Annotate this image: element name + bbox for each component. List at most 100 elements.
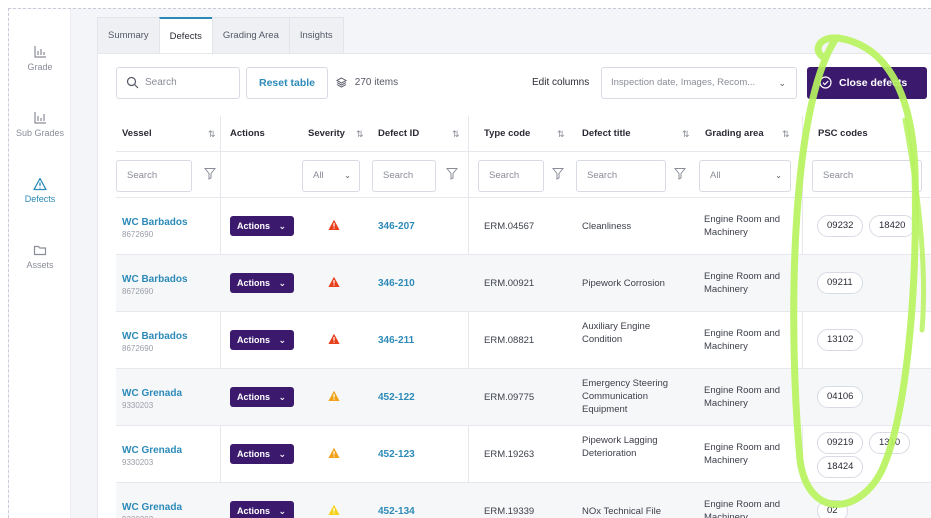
vessel-number: 9330203 xyxy=(122,458,154,467)
vessel-filter-input[interactable]: Search xyxy=(116,160,192,192)
edit-columns-select[interactable]: Inspection date, Images, Recom... ⌄ xyxy=(601,67,797,99)
psc-codes-filter-input[interactable]: Search xyxy=(812,160,922,192)
vessel-link[interactable]: WC Barbados xyxy=(122,216,214,229)
severity-high-icon xyxy=(328,219,340,230)
type-code: ERM.08821 xyxy=(484,335,535,346)
column-header-severity[interactable]: Severity xyxy=(302,116,345,152)
psc-code-chip[interactable]: 09232 xyxy=(817,215,864,237)
sidebar-item-assets[interactable]: Assets xyxy=(9,243,71,270)
psc-code-chip[interactable]: 02 xyxy=(817,500,848,518)
defect-title: Pipework Lagging Deterioration xyxy=(582,435,658,459)
defect-title: NOx Technical File xyxy=(582,506,662,517)
sidebar-item-sub-grades[interactable]: Sub Grades xyxy=(9,111,71,138)
reset-table-button[interactable]: Reset table xyxy=(246,67,328,99)
sort-icon[interactable]: ⇅ xyxy=(682,116,690,152)
sort-icon[interactable]: ⇅ xyxy=(557,116,565,152)
sort-icon[interactable]: ⇅ xyxy=(356,116,364,152)
table-row[interactable]: WC Grenada 9330203 Actions ⌄ 452-123 ERM.1926… xyxy=(116,426,931,483)
sidebar-item-grade[interactable]: Grade xyxy=(9,45,71,72)
grading-area: Engine Room and Machinery xyxy=(704,385,781,409)
actions-button[interactable]: Actions ⌄ xyxy=(230,444,294,464)
vessel-link[interactable]: WC Grenada xyxy=(122,387,214,400)
defect-id-link[interactable]: 452-134 xyxy=(378,505,415,518)
table-row[interactable]: WC Grenada 9330203 Actions ⌄ 452-122 ERM.0977… xyxy=(116,369,931,426)
vessel-number: 8672690 xyxy=(122,230,154,239)
defect-title-filter-input[interactable]: Search xyxy=(576,160,666,192)
sort-icon[interactable]: ⇅ xyxy=(452,116,460,152)
filter-icon[interactable] xyxy=(446,167,458,180)
vessel-link[interactable]: WC Grenada xyxy=(122,444,214,457)
sidebar-item-defects[interactable]: Defects xyxy=(9,177,71,204)
defect-id-link[interactable]: 452-123 xyxy=(378,448,415,461)
grading-area: Engine Room and Machinery xyxy=(704,499,781,518)
sort-icon[interactable]: ⇅ xyxy=(782,116,790,152)
defect-id-link[interactable]: 346-211 xyxy=(378,334,414,347)
actions-button[interactable]: Actions ⌄ xyxy=(230,501,294,518)
defect-id-link[interactable]: 346-207 xyxy=(378,220,415,233)
tab-defects[interactable]: Defects xyxy=(158,17,213,53)
type-code-filter-input[interactable]: Search xyxy=(478,160,544,192)
vessel-link[interactable]: WC Barbados xyxy=(122,273,214,286)
table-toolbar: Search Reset table 270 items Edit column… xyxy=(98,54,931,110)
psc-code-chip[interactable]: 18420 xyxy=(869,215,916,237)
chevron-down-icon: ⌄ xyxy=(344,171,351,180)
column-header-actions: Actions xyxy=(230,128,265,139)
vessel-link[interactable]: WC Barbados xyxy=(122,330,214,343)
psc-code-chip[interactable]: 18424 xyxy=(817,456,864,478)
sidebar-item-label: Assets xyxy=(26,260,54,270)
psc-code-chip[interactable]: 04106 xyxy=(817,386,864,408)
defect-id-filter-input[interactable]: Search xyxy=(372,160,436,192)
tab-grading-area[interactable]: Grading Area xyxy=(211,17,290,53)
table-search-input[interactable]: Search xyxy=(116,67,240,99)
psc-code-chip[interactable]: 1310 xyxy=(869,432,911,454)
search-placeholder: Search xyxy=(145,77,177,88)
sidebar-item-label: Sub Grades xyxy=(15,128,65,138)
column-header-defect-title[interactable]: Defect title xyxy=(576,116,631,152)
folder-icon xyxy=(33,245,47,256)
defects-table: Vessel ⇅ Actions Severity ⇅ Defect ID ⇅ … xyxy=(116,116,931,518)
grading-area-filter-select[interactable]: All ⌄ xyxy=(699,160,791,192)
column-header-vessel[interactable]: Vessel xyxy=(116,116,152,152)
vessel-link[interactable]: WC Grenada xyxy=(122,501,214,514)
severity-filter-select[interactable]: All ⌄ xyxy=(302,160,360,192)
column-header-type-code[interactable]: Type code xyxy=(478,116,530,152)
actions-button[interactable]: Actions ⌄ xyxy=(230,387,294,407)
defects-panel: Search Reset table 270 items Edit column… xyxy=(97,53,931,518)
chevron-down-icon: ⌄ xyxy=(775,171,782,180)
filter-icon[interactable] xyxy=(674,167,686,180)
vessel-cell: WC Barbados 8672690 xyxy=(122,216,214,240)
filter-icon[interactable] xyxy=(204,167,216,180)
table-row[interactable]: WC Grenada9330203 Actions ⌄ 452-134 ERM.1933… xyxy=(116,483,931,518)
actions-label: Actions xyxy=(237,335,271,345)
psc-code-chip[interactable]: 09219 xyxy=(817,432,864,454)
app-frame: Grade Sub Grades Defects Assets Summary … xyxy=(8,8,931,518)
defect-title: Cleanliness xyxy=(582,221,632,232)
vessel-number: 8672690 xyxy=(122,344,154,353)
vessel-cell: WC Grenada9330203 xyxy=(122,444,214,468)
close-defects-button[interactable]: Close defects xyxy=(807,67,927,99)
chevron-down-icon: ⌄ xyxy=(278,449,286,459)
defect-id-link[interactable]: 452-122 xyxy=(378,391,415,404)
table-row[interactable]: WC Barbados 8672690 Actions ⌄ 346-210 ERM.009… xyxy=(116,255,931,312)
psc-code-chip[interactable]: 13102 xyxy=(817,329,864,351)
defect-title: Pipework Corrosion xyxy=(582,278,665,289)
tab-insights[interactable]: Insights xyxy=(288,17,344,53)
defect-id-link[interactable]: 346-210 xyxy=(378,277,415,290)
table-row[interactable]: WC Barbados 8672690 Actions ⌄ 346-211 ERM.088… xyxy=(116,312,931,369)
type-code: ERM.19263 xyxy=(484,449,535,460)
column-header-psc-codes[interactable]: PSC codes xyxy=(812,116,868,152)
tab-summary[interactable]: Summary xyxy=(97,17,160,53)
actions-button[interactable]: Actions ⌄ xyxy=(230,330,294,350)
warning-icon xyxy=(33,177,47,191)
actions-button[interactable]: Actions ⌄ xyxy=(230,273,294,293)
psc-code-chip[interactable]: 09211 xyxy=(817,272,863,294)
table-header: Vessel ⇅ Actions Severity ⇅ Defect ID ⇅ … xyxy=(116,116,931,152)
column-header-defect-id[interactable]: Defect ID xyxy=(372,116,419,152)
edit-columns-value: Inspection date, Images, Recom... xyxy=(611,77,756,88)
actions-label: Actions xyxy=(237,506,271,516)
filter-icon[interactable] xyxy=(552,167,564,180)
table-row[interactable]: WC Barbados 8672690 Actions ⌄ 346-207 ERM.045… xyxy=(116,198,931,255)
sort-icon[interactable]: ⇅ xyxy=(208,116,216,152)
actions-button[interactable]: Actions ⌄ xyxy=(230,216,294,236)
column-header-grading-area[interactable]: Grading area xyxy=(699,116,764,152)
